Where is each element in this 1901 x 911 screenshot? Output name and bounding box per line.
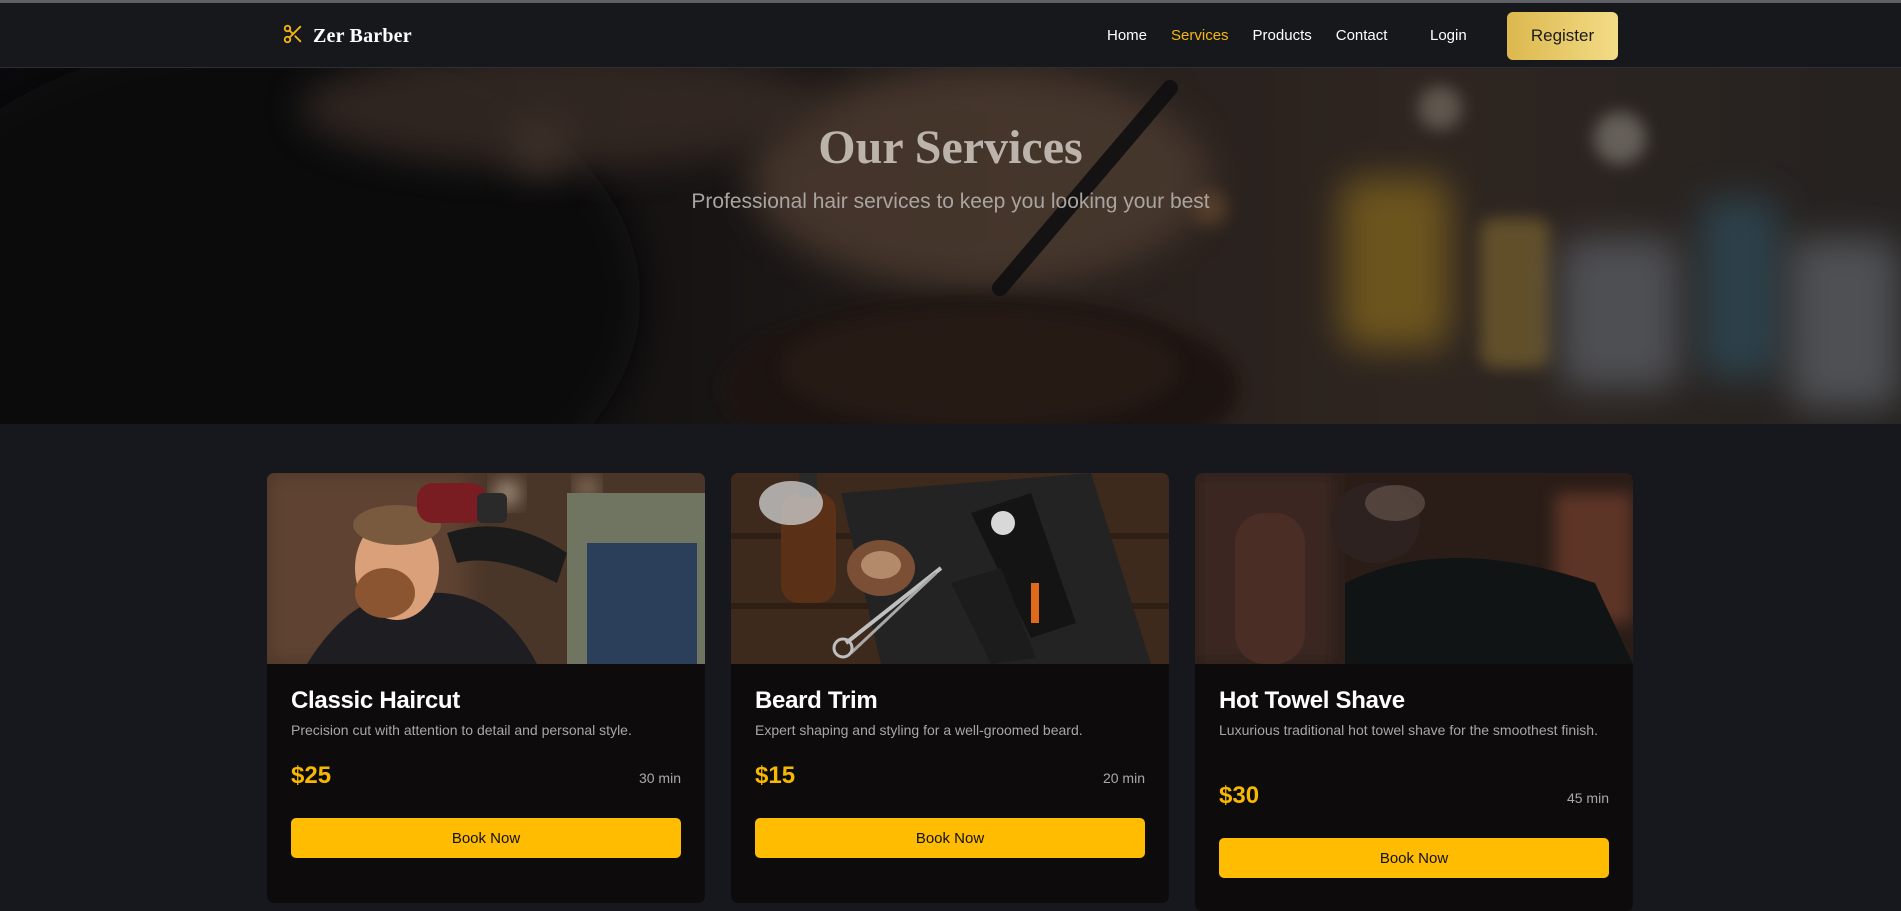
navbar: Zer Barber Home Services Products Contac…	[0, 0, 1901, 68]
hot-towel-shave-image	[1195, 473, 1633, 664]
brand-name: Zer Barber	[313, 25, 412, 47]
service-title: Beard Trim	[755, 687, 878, 714]
scissors-icon	[282, 23, 304, 50]
book-now-button[interactable]: Book Now	[291, 818, 681, 858]
hero-title: Our Services	[818, 121, 1083, 174]
hero-subtitle: Professional hair services to keep you l…	[691, 190, 1210, 213]
services-page: Zer Barber Home Services Products Contac…	[0, 0, 1901, 911]
hero-banner: Our Services Professional hair services …	[0, 68, 1901, 424]
beard-trim-image	[731, 473, 1169, 664]
service-title: Classic Haircut	[291, 687, 460, 714]
service-price: $25	[291, 762, 332, 789]
service-card-beard-trim: Beard Trim Expert shaping and styling fo…	[731, 473, 1169, 903]
register-button[interactable]: Register	[1507, 12, 1618, 60]
classic-haircut-image	[267, 473, 705, 664]
service-duration: 45 min	[1566, 790, 1609, 806]
book-now-button[interactable]: Book Now	[755, 818, 1145, 858]
nav-links: Home Services Products Contact	[1107, 27, 1411, 44]
nav-link-contact[interactable]: Contact	[1336, 27, 1388, 44]
service-card-classic-haircut: Classic Haircut Precision cut with atten…	[267, 473, 705, 903]
login-link[interactable]: Login	[1430, 27, 1467, 44]
service-price: $15	[755, 762, 796, 789]
navbar-inner: Zer Barber Home Services Products Contac…	[282, 3, 1618, 68]
service-description: Precision cut with attention to detail a…	[291, 722, 632, 738]
service-card-hot-towel-shave: Hot Towel Shave Luxurious traditional ho…	[1195, 473, 1633, 911]
brand-logo[interactable]: Zer Barber	[282, 23, 412, 50]
service-description: Luxurious traditional hot towel shave fo…	[1219, 722, 1598, 738]
service-duration: 30 min	[638, 770, 681, 786]
service-price: $30	[1219, 782, 1260, 809]
service-description: Expert shaping and styling for a well-gr…	[755, 722, 1083, 738]
nav-link-services[interactable]: Services	[1171, 27, 1229, 44]
nav-link-home[interactable]: Home	[1107, 27, 1147, 44]
service-duration: 20 min	[1102, 770, 1145, 786]
service-title: Hot Towel Shave	[1219, 687, 1405, 714]
book-now-button[interactable]: Book Now	[1219, 838, 1609, 878]
services-grid: Classic Haircut Precision cut with atten…	[267, 473, 1633, 911]
nav-link-products[interactable]: Products	[1253, 27, 1312, 44]
